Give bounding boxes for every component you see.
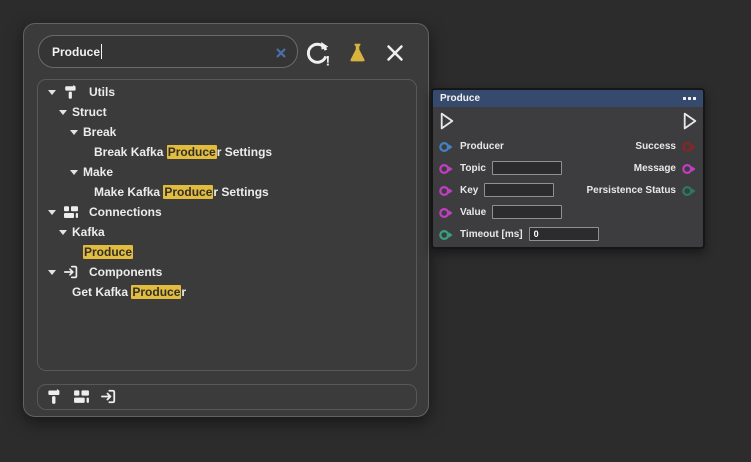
tree-row-label: Make (83, 165, 113, 179)
input-pin[interactable] (439, 184, 454, 196)
node-input-row: Value (439, 201, 562, 223)
reload-alert-icon[interactable]: ! (302, 38, 332, 68)
search-popup: Produce ! Utils Struct Break Break Kafka Pr… (23, 23, 429, 417)
tree-row-label: Components (89, 265, 162, 279)
collapse-arrow-icon[interactable] (67, 130, 81, 135)
tree-row[interactable]: Connections (38, 202, 416, 222)
clear-x-icon[interactable] (275, 46, 287, 58)
tree-row[interactable]: Break (38, 122, 416, 142)
tree-row-label: Connections (89, 205, 162, 219)
input-label: Producer (460, 141, 504, 152)
tree-row-label: Make Kafka Producer Settings (94, 185, 269, 199)
close-icon[interactable] (380, 38, 410, 68)
search-input-value: Produce (52, 45, 100, 59)
tree-row-label: Break Kafka Producer Settings (94, 145, 272, 159)
tree-row-label: Kafka (72, 225, 105, 239)
collapse-arrow-icon[interactable] (56, 110, 70, 115)
tree-row[interactable]: Produce (38, 242, 416, 262)
tree-rows: Utils Struct Break Break Kafka Producer Set… (38, 82, 416, 302)
input-label: Key (460, 185, 478, 196)
components-icon (63, 264, 81, 280)
input-field[interactable] (492, 205, 562, 219)
input-pin[interactable] (439, 162, 454, 174)
tree-row[interactable]: Make (38, 162, 416, 182)
node-output-row: Persistence Status (587, 179, 698, 201)
node-output-row: Message (634, 157, 697, 179)
output-pin[interactable] (682, 162, 697, 174)
output-label: Success (635, 141, 676, 152)
collapse-arrow-icon[interactable] (45, 270, 59, 275)
connections-filter-icon[interactable] (73, 388, 91, 406)
node-input-row: Key (439, 179, 554, 201)
input-label: Timeout [ms] (460, 229, 523, 240)
node-output-row: Success (635, 135, 697, 157)
input-field[interactable] (492, 161, 562, 175)
more-dots-icon[interactable] (683, 97, 696, 100)
input-label: Topic (460, 163, 486, 174)
search-results-tree: Utils Struct Break Break Kafka Producer Set… (37, 79, 417, 371)
tree-row-label: Get Kafka Producer (72, 285, 186, 299)
tree-row[interactable]: Components (38, 262, 416, 282)
input-pin[interactable] (439, 206, 454, 218)
tree-row[interactable]: Get Kafka Producer (38, 282, 416, 302)
components-filter-icon[interactable] (100, 388, 118, 406)
exec-out-pin[interactable] (683, 112, 697, 130)
collapse-arrow-icon[interactable] (45, 210, 59, 215)
input-pin[interactable] (439, 140, 454, 152)
output-pin[interactable] (682, 140, 697, 152)
tree-row-label: Utils (89, 85, 115, 99)
node-body: Producer Topic Key Value Timeout [ms] Succes… (433, 107, 703, 247)
input-label: Value (460, 207, 486, 218)
tree-row-label: Break (83, 125, 116, 139)
output-label: Message (634, 163, 676, 174)
input-field[interactable] (484, 183, 554, 197)
tree-row-label: Produce (83, 245, 133, 259)
collapse-arrow-icon[interactable] (45, 90, 59, 95)
tree-row[interactable]: Struct (38, 102, 416, 122)
tree-row[interactable]: Break Kafka Producer Settings (38, 142, 416, 162)
node-input-row: Timeout [ms] (439, 223, 599, 245)
exec-in-pin[interactable] (440, 112, 454, 130)
tree-row[interactable]: Utils (38, 82, 416, 102)
node-input-row: Topic (439, 157, 562, 179)
collapse-arrow-icon[interactable] (67, 170, 81, 175)
output-label: Persistence Status (587, 185, 677, 196)
search-input[interactable]: Produce (38, 35, 298, 68)
output-pin[interactable] (682, 184, 697, 196)
collapse-arrow-icon[interactable] (56, 230, 70, 235)
node-title-bar[interactable]: Produce (433, 90, 703, 107)
flask-filter-icon[interactable] (342, 38, 372, 68)
utils-filter-icon[interactable] (46, 388, 64, 406)
node-input-row: Producer (439, 135, 504, 157)
input-field[interactable] (529, 227, 599, 241)
tree-row[interactable]: Make Kafka Producer Settings (38, 182, 416, 202)
connections-icon (63, 204, 81, 220)
input-pin[interactable] (439, 228, 454, 240)
filter-toolbar (37, 384, 417, 410)
node-title: Produce (440, 93, 480, 104)
tree-row[interactable]: Kafka (38, 222, 416, 242)
text-caret (101, 44, 102, 59)
utils-icon (63, 84, 81, 100)
produce-node[interactable]: Produce Producer Topic Key Value Timeout [ms… (431, 88, 705, 249)
tree-row-label: Struct (72, 105, 107, 119)
svg-text:!: ! (325, 53, 330, 67)
